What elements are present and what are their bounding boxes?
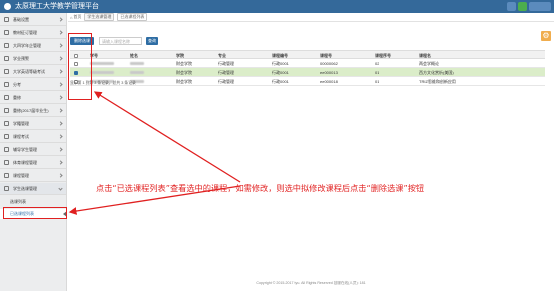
folder-icon [4, 108, 9, 113]
chevron-right-icon [58, 147, 63, 152]
redacted-student-id [90, 62, 114, 65]
cell-course-code: 行政0001 [272, 70, 289, 75]
redacted-student-name [130, 71, 144, 74]
book-icon [4, 30, 9, 35]
cell-course-name: 两会学概论 [419, 61, 439, 66]
footer-copyright: Copyright © 2015-2017 tyu. All Rights Re… [256, 281, 366, 285]
search-button[interactable]: 查询 [146, 37, 158, 45]
grid-icon [4, 17, 9, 22]
sidebar-item-exam[interactable]: 分考 [0, 79, 66, 91]
chevron-right-icon [58, 43, 63, 48]
chevron-right-icon [58, 134, 63, 139]
top-bar: 太原理工大学教学管理平台 [0, 0, 554, 13]
cell-major: 行政管理 [218, 61, 234, 66]
table-row-selected[interactable]: 财会学院 行政管理 行政0001 ee000013 01 西方文化赏析(美国) [70, 68, 545, 77]
chevron-right-icon [58, 56, 63, 61]
sidebar-item-senior[interactable]: 大四学年企管理 [0, 40, 66, 52]
cell-seq: 01 [375, 79, 380, 84]
sidebar-item-retake[interactable]: 重修 [0, 92, 66, 104]
tab-selected-courses[interactable]: 已选课程列表 [117, 13, 148, 21]
folder-icon [4, 121, 9, 126]
folder-icon [4, 95, 9, 100]
sidebar-item-english-exam[interactable]: 大学英语等级考试 [0, 66, 66, 78]
top-right-icons [507, 2, 551, 11]
tab-course-selection[interactable]: 学生选课管理 [84, 13, 115, 21]
folder-icon [4, 134, 9, 139]
cell-course-name: 西方文化赏析(美国) [419, 70, 454, 75]
cell-major: 行政管理 [218, 79, 234, 84]
sidebar-subitem-selection-list[interactable]: 选课列表 [0, 197, 66, 207]
sidebar-item-minor[interactable]: 辅导学生管理 [0, 144, 66, 156]
redacted-student-name [130, 62, 144, 65]
chevron-right-icon [58, 69, 63, 74]
user-menu-icon[interactable] [529, 2, 551, 11]
gear-icon[interactable]: ⚙ [541, 31, 551, 41]
sidebar-item-pe[interactable]: 体育课程管理 [0, 157, 66, 169]
sidebar-item-course-selection[interactable]: 学生选课管理 [0, 183, 66, 195]
sidebar: 基础设置 教材征订管理 大四学年企管理 学业预警 大学英语等级考试 分考 重修 … [0, 13, 67, 291]
arrow-to-delete-area [93, 91, 241, 183]
table-row[interactable]: 财会学院 行政管理 行政0001 ee000018 01 TRIZ思维和创新应用 [70, 77, 545, 86]
folder-icon [4, 160, 9, 165]
university-logo [4, 3, 11, 10]
sidebar-item-course-exam[interactable]: 课程考试 [0, 131, 66, 143]
folder-icon [4, 147, 9, 152]
highlight-box-sidebar-subitem [3, 207, 67, 219]
chevron-right-icon [58, 17, 63, 22]
cell-course-no: ee000018 [320, 79, 338, 84]
chevron-right-icon [58, 121, 63, 126]
chevron-right-icon [58, 30, 63, 35]
cell-college: 财会学院 [176, 79, 192, 84]
table-row[interactable]: 财会学院 行政管理 行政0001 00000062 02 两会学概论 [70, 59, 545, 68]
cell-college: 财会学院 [176, 70, 192, 75]
cell-seq: 02 [375, 61, 380, 66]
cell-course-no: 00000062 [320, 61, 338, 66]
redacted-student-id [90, 71, 114, 74]
chevron-right-icon [58, 82, 63, 87]
app-title: 太原理工大学教学管理平台 [15, 3, 99, 10]
alert-icon [4, 56, 9, 61]
chevron-right-icon [58, 108, 63, 113]
list-icon [4, 82, 9, 87]
chevron-down-icon [58, 186, 63, 191]
search-input[interactable]: 请输入课程名称 [99, 37, 142, 45]
sidebar-item-status[interactable]: 学籍管理 [0, 118, 66, 130]
edit-icon [4, 69, 9, 74]
home-icon[interactable]: ⌂ [70, 15, 72, 20]
message-icon[interactable] [518, 2, 527, 11]
chevron-right-icon [58, 173, 63, 178]
highlight-box-delete-checkbox [68, 33, 92, 100]
cell-course-no: ee000013 [320, 70, 338, 75]
cell-seq: 01 [375, 70, 380, 75]
chevron-right-icon [58, 160, 63, 165]
cell-course-code: 行政0001 [272, 79, 289, 84]
notification-icon[interactable] [507, 2, 516, 11]
folder-icon [4, 173, 9, 178]
cell-college: 财会学院 [176, 61, 192, 66]
sidebar-item-course[interactable]: 课程管理 [0, 170, 66, 182]
cell-course-code: 行政0001 [272, 61, 289, 66]
users-icon [4, 43, 9, 48]
sidebar-item-retake-2017[interactable]: 重修(2017届毕业生) [0, 105, 66, 117]
cell-course-name: TRIZ思维和创新应用 [419, 79, 456, 84]
folder-icon [4, 186, 9, 191]
cell-major: 行政管理 [218, 70, 234, 75]
breadcrumb-home[interactable]: 首页 [73, 14, 81, 20]
chevron-right-icon [58, 95, 63, 100]
sidebar-item-basic-settings[interactable]: 基础设置 [0, 14, 66, 26]
table-header: 学号 姓名 学院 专业 课程编号 课程号 课程序号 课程名 [70, 50, 545, 59]
sidebar-item-textbook[interactable]: 教材征订管理 [0, 27, 66, 39]
sidebar-item-warning[interactable]: 学业预警 [0, 53, 66, 65]
annotation-text: 点击“已选课程列表”查看选中的课程，如需修改，则选中拟修改课程后点击“删除选课”… [96, 183, 425, 193]
breadcrumb: ⌂ 首页 学生选课管理 已选课程列表 [68, 13, 554, 22]
